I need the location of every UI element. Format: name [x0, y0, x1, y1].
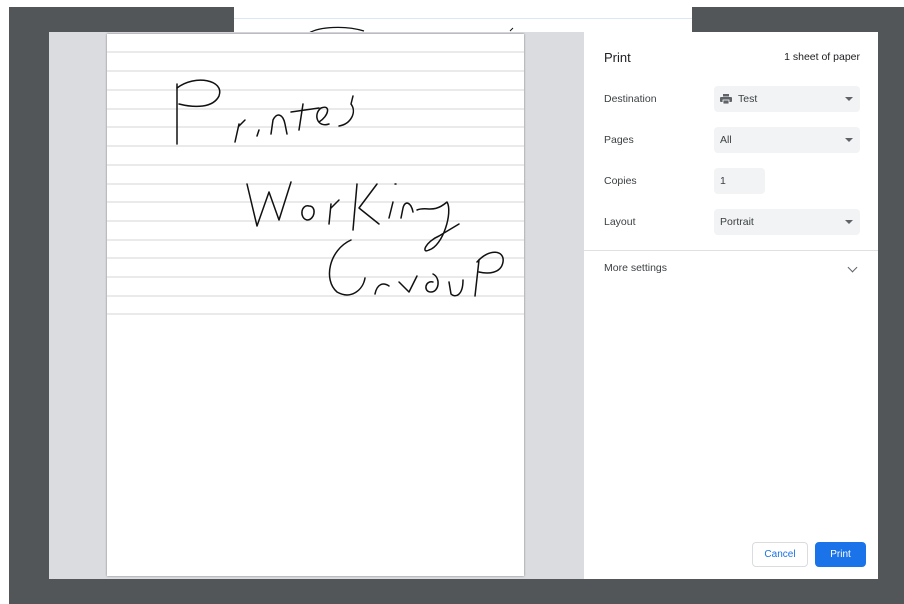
- copies-row: Copies 1: [604, 168, 860, 194]
- panel-header: Print 1 sheet of paper: [604, 50, 860, 70]
- destination-select[interactable]: Test: [714, 86, 860, 112]
- preview-page: [107, 34, 524, 576]
- layout-select[interactable]: Portrait: [714, 209, 860, 235]
- dropdown-caret-icon: [845, 220, 853, 224]
- layout-label: Layout: [604, 216, 636, 228]
- pages-row: Pages All: [604, 127, 860, 153]
- more-settings-label: More settings: [604, 262, 668, 274]
- ruled-lines: [107, 51, 524, 315]
- destination-label: Destination: [604, 93, 657, 105]
- dropdown-caret-icon: [845, 138, 853, 142]
- pages-value: All: [720, 134, 732, 146]
- pages-label: Pages: [604, 134, 634, 146]
- print-preview-area: [49, 32, 584, 579]
- more-settings-toggle[interactable]: More settings: [604, 260, 860, 280]
- layout-row: Layout Portrait: [604, 209, 860, 235]
- layout-value: Portrait: [720, 216, 754, 228]
- underlying-page: [234, 7, 692, 33]
- print-button[interactable]: Print: [815, 542, 866, 567]
- copies-input[interactable]: 1: [714, 168, 765, 194]
- handwriting-ink: [176, 79, 504, 297]
- cancel-button[interactable]: Cancel: [752, 542, 808, 567]
- chevron-down-icon: [847, 262, 858, 273]
- print-settings-panel: Print 1 sheet of paper Destination Test …: [584, 32, 878, 579]
- printer-icon: [720, 94, 732, 104]
- divider: [584, 250, 878, 251]
- dialog-title: Print: [604, 50, 631, 65]
- destination-row: Destination Test: [604, 86, 860, 112]
- pages-select[interactable]: All: [714, 127, 860, 153]
- dropdown-caret-icon: [845, 97, 853, 101]
- print-dialog: Print 1 sheet of paper Destination Test …: [49, 32, 878, 579]
- sheet-count: 1 sheet of paper: [784, 51, 860, 63]
- destination-value: Test: [738, 93, 758, 105]
- copies-value: 1: [720, 175, 726, 187]
- copies-label: Copies: [604, 175, 637, 187]
